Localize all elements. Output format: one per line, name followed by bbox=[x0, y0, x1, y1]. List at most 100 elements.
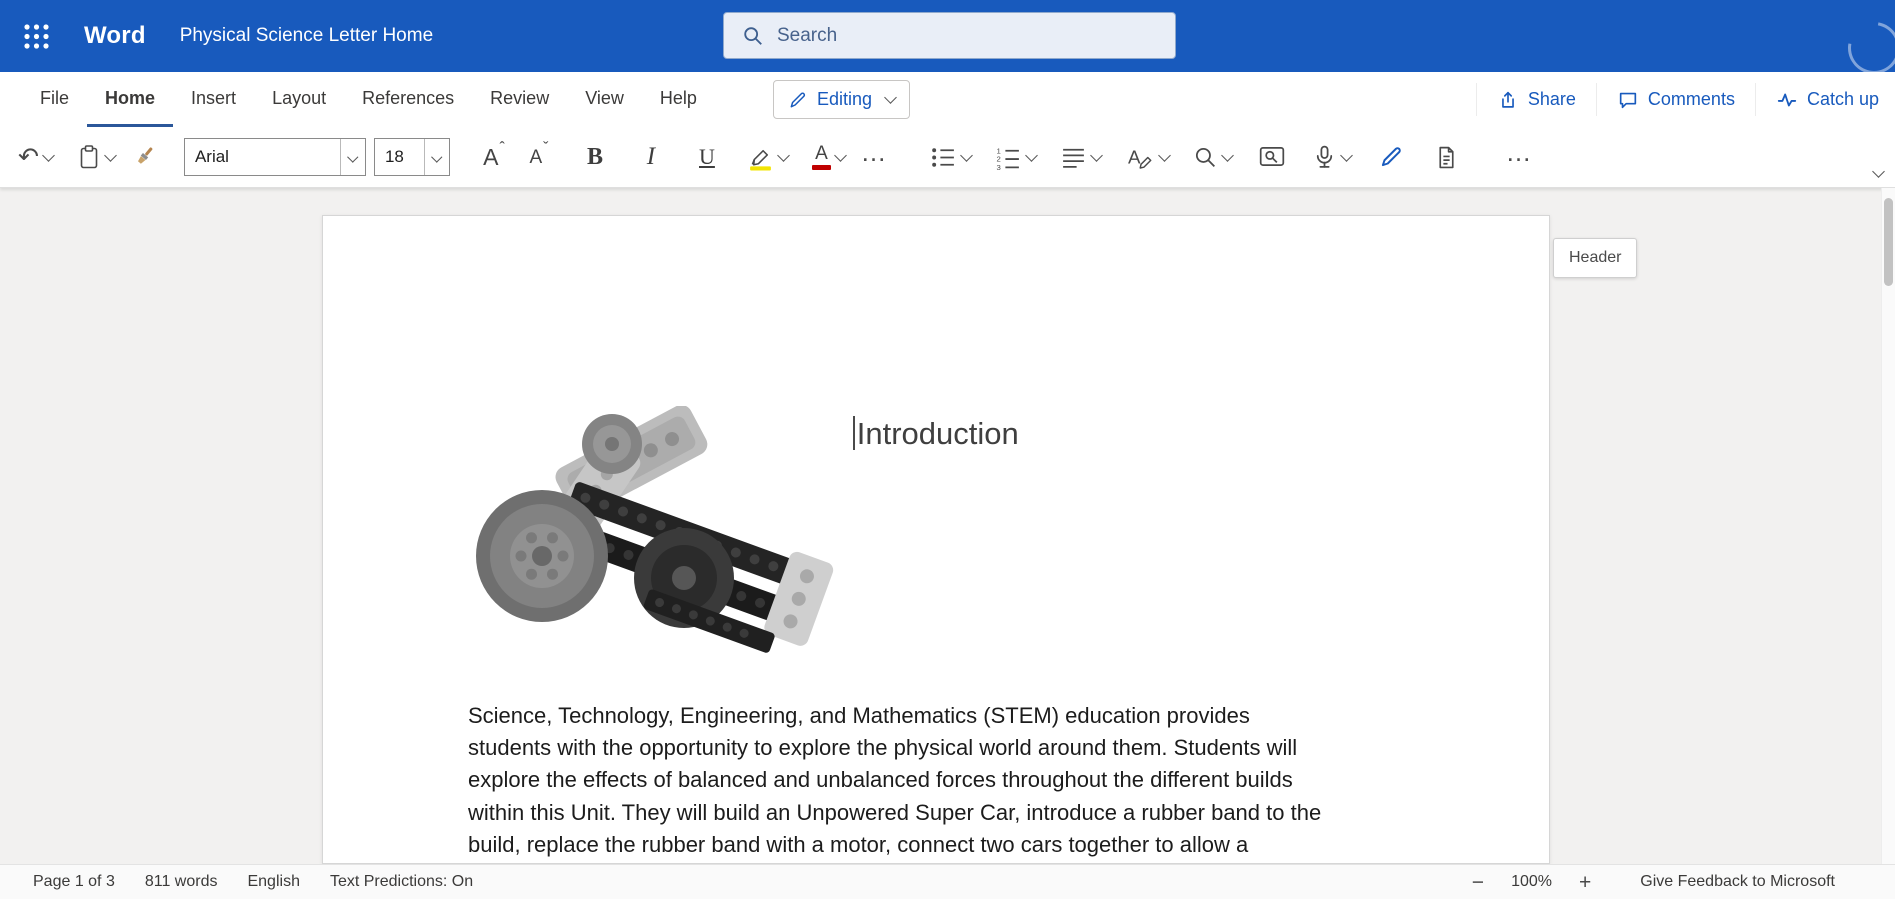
font-size-select[interactable]: 18 bbox=[374, 138, 450, 176]
grow-font-icon: A bbox=[483, 146, 498, 169]
share-button[interactable]: Share bbox=[1476, 83, 1596, 116]
search-icon bbox=[742, 25, 764, 47]
styles-button[interactable]: A bbox=[1125, 135, 1169, 179]
undo-icon: ↶ bbox=[18, 145, 39, 170]
numbered-list-icon: 1 2 3 bbox=[995, 145, 1022, 170]
tab-label: Home bbox=[105, 88, 155, 109]
language-button[interactable]: English bbox=[247, 873, 299, 891]
alignment-button[interactable] bbox=[1060, 135, 1101, 179]
find-button[interactable] bbox=[1193, 135, 1232, 179]
tab-home[interactable]: Home bbox=[87, 72, 173, 127]
font-name-value: Arial bbox=[195, 147, 229, 167]
chevron-down-icon bbox=[884, 91, 897, 104]
zoom-level-button[interactable]: 100% bbox=[1511, 873, 1552, 891]
chevron-down-icon bbox=[1090, 149, 1103, 162]
tab-label: References bbox=[362, 88, 454, 109]
more-commands-button[interactable]: … bbox=[1503, 135, 1535, 179]
chevron-down-icon bbox=[1025, 149, 1038, 162]
catch-up-label: Catch up bbox=[1807, 89, 1879, 110]
share-icon bbox=[1497, 89, 1519, 111]
text-predictions-button[interactable]: Text Predictions: On bbox=[330, 873, 473, 891]
share-label: Share bbox=[1528, 89, 1576, 110]
scrollbar-thumb[interactable] bbox=[1884, 198, 1893, 286]
font-name-select[interactable]: Arial bbox=[184, 138, 366, 176]
status-left-group: Page 1 of 3 811 words English Text Predi… bbox=[33, 873, 473, 891]
tab-file[interactable]: File bbox=[22, 72, 87, 127]
search-input[interactable]: Search bbox=[723, 12, 1176, 59]
body-line: within this Unit. They will build an Unp… bbox=[468, 797, 1429, 829]
font-size-value: 18 bbox=[385, 147, 404, 167]
chevron-down-icon bbox=[42, 149, 55, 162]
font-color-icon: A bbox=[812, 144, 831, 170]
underline-button[interactable]: U bbox=[691, 135, 723, 179]
tab-label: Layout bbox=[272, 88, 326, 109]
undo-button[interactable]: ↶ bbox=[18, 135, 53, 179]
app-brand[interactable]: Word bbox=[84, 22, 146, 50]
align-text-icon bbox=[1060, 145, 1087, 170]
paste-button[interactable] bbox=[77, 135, 115, 179]
section-heading: Introduction bbox=[323, 414, 1549, 454]
bold-icon: B bbox=[587, 144, 603, 171]
document-page[interactable]: Introduction Science, Technology, Engine… bbox=[322, 215, 1550, 864]
numbering-button[interactable]: 1 2 3 bbox=[995, 135, 1036, 179]
tab-references[interactable]: References bbox=[344, 72, 472, 127]
italic-button[interactable]: I bbox=[635, 135, 667, 179]
highlight-color-button[interactable] bbox=[747, 135, 788, 179]
shrink-font-button[interactable]: A ˇ bbox=[523, 135, 555, 179]
body-line: build, replace the rubber band with a mo… bbox=[468, 829, 1429, 861]
document-title[interactable]: Physical Science Letter Home bbox=[180, 25, 433, 47]
bold-button[interactable]: B bbox=[579, 135, 611, 179]
chevron-down-icon bbox=[104, 149, 117, 162]
more-font-options-button[interactable]: … bbox=[858, 135, 890, 179]
chevron-down-icon bbox=[340, 139, 365, 175]
bullets-button[interactable] bbox=[930, 135, 971, 179]
formatting-toolbar: ↶ Arial 18 A ˆ A ˇ B bbox=[0, 127, 1895, 188]
document-pen-icon bbox=[1434, 145, 1459, 170]
tab-help[interactable]: Help bbox=[642, 72, 715, 127]
shrink-font-icon: A bbox=[529, 148, 542, 167]
page-count-button[interactable]: Page 1 of 3 bbox=[33, 873, 115, 891]
body-line: students with the opportunity to explore… bbox=[468, 732, 1429, 764]
chevron-down-icon bbox=[424, 139, 449, 175]
format-painter-button[interactable] bbox=[128, 135, 160, 179]
chevron-down-icon bbox=[1340, 149, 1353, 162]
tab-insert[interactable]: Insert bbox=[173, 72, 254, 127]
editor-button[interactable] bbox=[1375, 135, 1407, 179]
font-color-button[interactable]: A bbox=[812, 135, 845, 179]
header-button[interactable]: Header bbox=[1553, 238, 1637, 278]
format-painter-icon bbox=[131, 144, 157, 170]
editing-mode-button[interactable]: Editing bbox=[773, 80, 910, 119]
app-launcher-button[interactable] bbox=[0, 0, 72, 72]
tab-view[interactable]: View bbox=[567, 72, 642, 127]
svg-text:3: 3 bbox=[997, 162, 1001, 169]
ellipsis-icon: … bbox=[860, 152, 887, 162]
chevron-down-icon bbox=[777, 149, 790, 162]
page-magnifier-icon bbox=[1258, 144, 1286, 170]
ellipsis-icon: … bbox=[1505, 152, 1532, 162]
zoom-in-button[interactable]: + bbox=[1579, 872, 1591, 893]
reuse-files-button[interactable] bbox=[1431, 135, 1463, 179]
catch-up-button[interactable]: Catch up bbox=[1755, 83, 1895, 116]
reading-view-button[interactable] bbox=[1256, 135, 1288, 179]
vertical-scrollbar[interactable] bbox=[1881, 188, 1895, 864]
comments-button[interactable]: Comments bbox=[1596, 83, 1755, 116]
feedback-link[interactable]: Give Feedback to Microsoft bbox=[1640, 873, 1835, 891]
tab-label: File bbox=[40, 88, 69, 109]
tab-review[interactable]: Review bbox=[472, 72, 567, 127]
account-avatar[interactable] bbox=[1838, 12, 1895, 72]
collapse-ribbon-button[interactable] bbox=[1874, 163, 1883, 181]
grow-font-button[interactable]: A ˆ bbox=[478, 135, 510, 179]
caret-down-mark: ˇ bbox=[543, 140, 548, 158]
tab-label: View bbox=[585, 88, 624, 109]
highlighter-icon bbox=[747, 144, 774, 171]
word-count-button[interactable]: 811 words bbox=[145, 873, 218, 891]
magnifier-icon bbox=[1193, 145, 1218, 170]
zoom-out-button[interactable]: − bbox=[1472, 872, 1484, 893]
tab-layout[interactable]: Layout bbox=[254, 72, 344, 127]
dictate-button[interactable] bbox=[1312, 135, 1351, 179]
ribbon-tab-row: File Home Insert Layout References Revie… bbox=[0, 72, 1895, 127]
search-placeholder: Search bbox=[777, 25, 837, 47]
tab-label: Insert bbox=[191, 88, 236, 109]
pencil-icon bbox=[788, 90, 808, 110]
app-header-bar: Word Physical Science Letter Home Search bbox=[0, 0, 1895, 72]
